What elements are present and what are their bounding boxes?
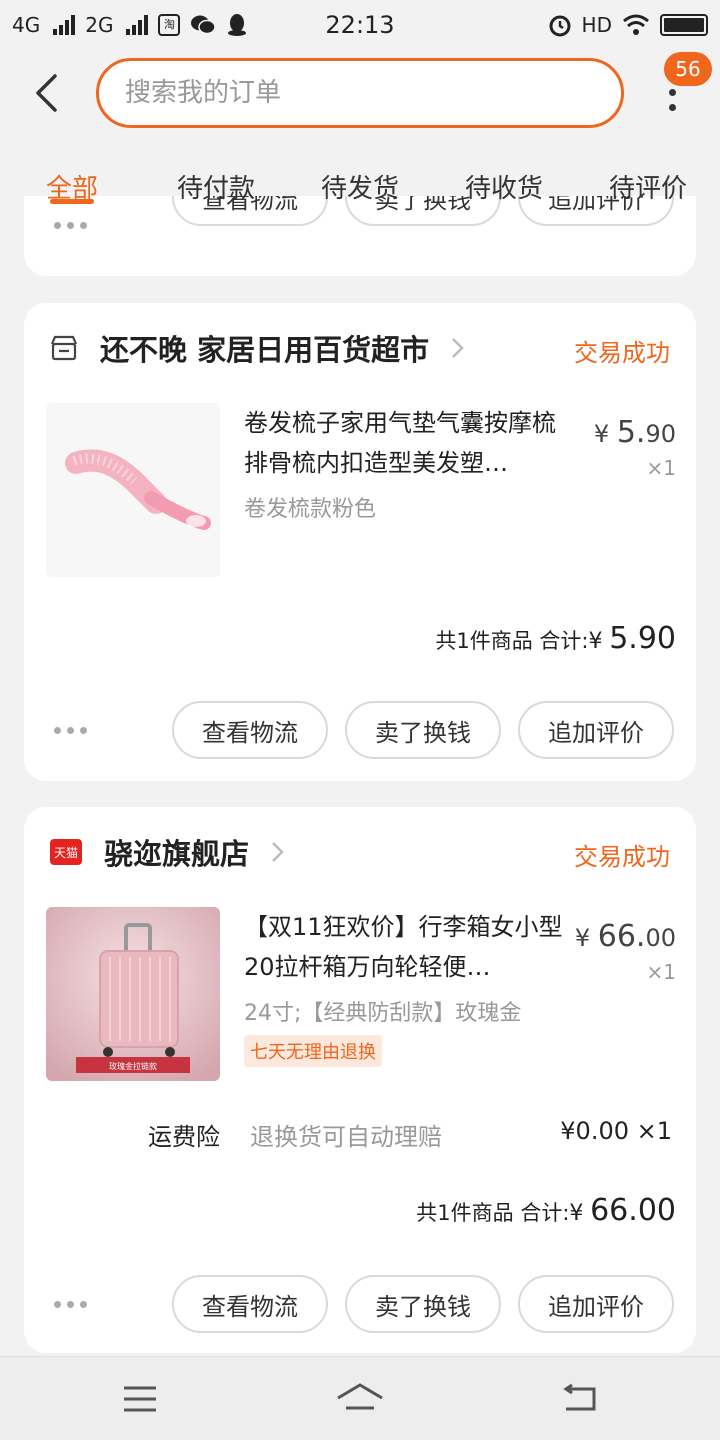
chevron-right-icon — [272, 842, 284, 862]
more-actions-dots[interactable] — [54, 222, 87, 229]
order-total: 共1件商品 合计:¥ 5.90 — [435, 621, 676, 656]
order-total: 共1件商品 合计:¥ 66.00 — [416, 1193, 676, 1228]
message-badge: 56 — [664, 52, 712, 86]
menu-button[interactable] — [116, 1375, 164, 1423]
shop-name: 还不晚 家居日用百货超市 — [100, 333, 430, 367]
order-status: 交易成功 — [574, 339, 670, 367]
product-title[interactable]: 卷发梳子家用气垫气囊按摩梳排骨梳内扣造型美发塑… — [244, 403, 574, 483]
more-actions-dots[interactable] — [54, 727, 87, 734]
menu-icon — [124, 1386, 156, 1412]
insurance-desc: 退换货可自动理赔 — [250, 1123, 442, 1151]
add-review-button[interactable]: 追加评价 — [518, 701, 674, 759]
view-logistics-button[interactable]: 查看物流 — [172, 1275, 328, 1333]
more-actions-dots[interactable] — [54, 1301, 87, 1308]
order-status: 交易成功 — [574, 843, 670, 871]
tab-pending-shipment[interactable]: 待发货 — [288, 140, 432, 210]
store-icon — [50, 334, 78, 362]
back-nav-button[interactable] — [556, 1375, 604, 1423]
system-nav-bar — [0, 1356, 720, 1440]
back-button[interactable] — [26, 70, 66, 116]
insurance-price: ¥0.00 ×1 — [560, 1117, 672, 1145]
shipping-insurance-row[interactable]: 运费险 退换货可自动理赔 ¥0.00 ×1 — [24, 1103, 696, 1163]
search-header: 56 — [0, 50, 720, 140]
product-quantity: ×1 — [646, 456, 676, 480]
status-bar: 4G 2G 淘 22:13 HD — [0, 0, 720, 50]
taobao-notification-icon: 淘 — [158, 14, 181, 36]
product-image[interactable] — [46, 403, 220, 577]
signal-icon — [53, 15, 76, 35]
shop-name: 骁迩旗舰店 — [104, 837, 250, 871]
tab-all[interactable]: 全部 — [0, 140, 144, 210]
wifi-icon — [623, 14, 649, 35]
qq-icon — [228, 14, 247, 36]
product-spec: 卷发梳款粉色 — [244, 497, 377, 522]
product-quantity: ×1 — [646, 960, 676, 984]
insurance-name: 运费险 — [148, 1123, 220, 1151]
tab-pending-receipt[interactable]: 待收货 — [432, 140, 576, 210]
product-spec: 24寸;【经典防刮款】玫瑰金 — [244, 1001, 522, 1026]
view-logistics-button[interactable]: 查看物流 — [172, 701, 328, 759]
more-menu-button[interactable] — [656, 80, 688, 120]
return-icon — [563, 1383, 596, 1411]
network-2g: 2G — [85, 13, 114, 37]
order-card: 还不晚 家居日用百货超市 交易成功 卷发梳子家用气垫气囊按摩梳排骨梳内扣造型美发… — [24, 303, 696, 781]
sell-button[interactable]: 卖了换钱 — [345, 701, 501, 759]
chevron-right-icon — [452, 338, 464, 358]
product-price: ¥ 66.00 — [574, 919, 676, 954]
search-input[interactable] — [125, 78, 621, 108]
tab-pending-review[interactable]: 待评价 — [576, 140, 720, 210]
order-tabs-overlay: 全部 待付款 待发货 待收货 待评价 — [0, 140, 720, 210]
back-arrow-icon — [36, 74, 57, 112]
tab-pending-payment[interactable]: 待付款 — [144, 140, 288, 210]
product-price: ¥ 5.90 — [593, 415, 676, 450]
hd-indicator: HD — [581, 13, 612, 37]
home-button[interactable] — [336, 1375, 384, 1423]
image-caption: 玫瑰金拉链款 — [109, 1061, 157, 1071]
signal-icon — [126, 15, 149, 35]
sell-button[interactable]: 卖了换钱 — [345, 1275, 501, 1333]
product-title[interactable]: 【双11狂欢价】行李箱女小型20拉杆箱万向轮轻便… — [244, 907, 574, 987]
order-card: 天猫 骁迩旗舰店 交易成功 玫瑰金拉链款 【双11狂欢价】行李箱女小型20拉杆箱… — [24, 807, 696, 1353]
alarm-icon — [549, 15, 571, 37]
add-review-button[interactable]: 追加评价 — [518, 1275, 674, 1333]
product-image[interactable]: 玫瑰金拉链款 — [46, 907, 220, 1081]
return-policy-tag: 七天无理由退换 — [244, 1035, 382, 1067]
network-4g: 4G — [12, 13, 41, 37]
tmall-icon: 天猫 — [50, 839, 82, 865]
home-icon — [337, 1383, 383, 1410]
wechat-icon — [191, 15, 217, 35]
order-search-box[interactable] — [96, 58, 624, 128]
battery-icon — [660, 14, 708, 36]
